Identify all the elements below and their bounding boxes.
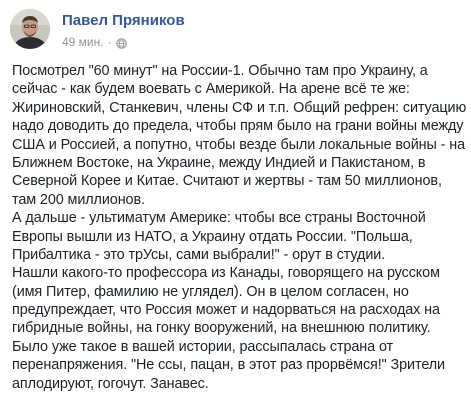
post-text-line: Жириновский, Станкевич, члены СФ и т.п. … [12,99,467,116]
post-text-line: Европы вышли из НАТО, а Украину отдать Р… [12,228,413,245]
post-text-line: Нашли какого-то профессора из Канады, го… [12,265,440,282]
author-avatar[interactable] [10,9,50,49]
post-text-line: США и Россией, а попутно, чтобы везде бы… [12,136,465,153]
meta-separator: · [107,35,112,49]
post-text-line: сейчас - как будем воевать с Америкой. Н… [12,81,410,98]
post-text-line: перенапряжения. "Не ссы, пацан, в этот р… [12,357,445,374]
author-name-link[interactable]: Павел Пряников [62,12,185,30]
facebook-post: Павел Пряников 49 мин. · Посмотрел "60 м… [0,0,471,409]
post-text-line: Прибалтика - это трУсы, сами выбрали!" -… [12,246,386,263]
post-text-line: аплодируют, гогочут. Занавес. [12,375,209,392]
avatar-photo-icon [10,9,50,49]
post-text-line: Северной Корее и Китае. Считают и жертвы… [12,173,442,190]
post-text-line: предупреждает, что Россия может и надорв… [12,302,440,319]
post-text-line: там 200 миллионов. [12,191,145,208]
globe-icon[interactable] [115,37,127,49]
post-text-line: гибридные войны, на гонку вооружений, на… [12,320,431,337]
post-text-line: А дальше - ультиматум Америке: чтобы все… [12,210,426,227]
post-meta: 49 мин. · [62,34,127,50]
post-timestamp[interactable]: 49 мин. [62,34,104,50]
post-text-line: (имя Питер, фамилию не углядел). Он в це… [12,283,409,300]
post-text-line: Было уже такое в вашей истории, рассыпал… [12,338,394,355]
post-text-line: Посмотрел "60 минут" на России-1. Обычно… [12,63,428,79]
post-body: Посмотрел "60 минут" на России-1. Обычно… [12,62,467,393]
post-text-line: надо доводить до предела, чтобы прям был… [12,118,464,135]
post-text-line: Ближнем Востоке, на Украине, между Индие… [12,154,426,171]
